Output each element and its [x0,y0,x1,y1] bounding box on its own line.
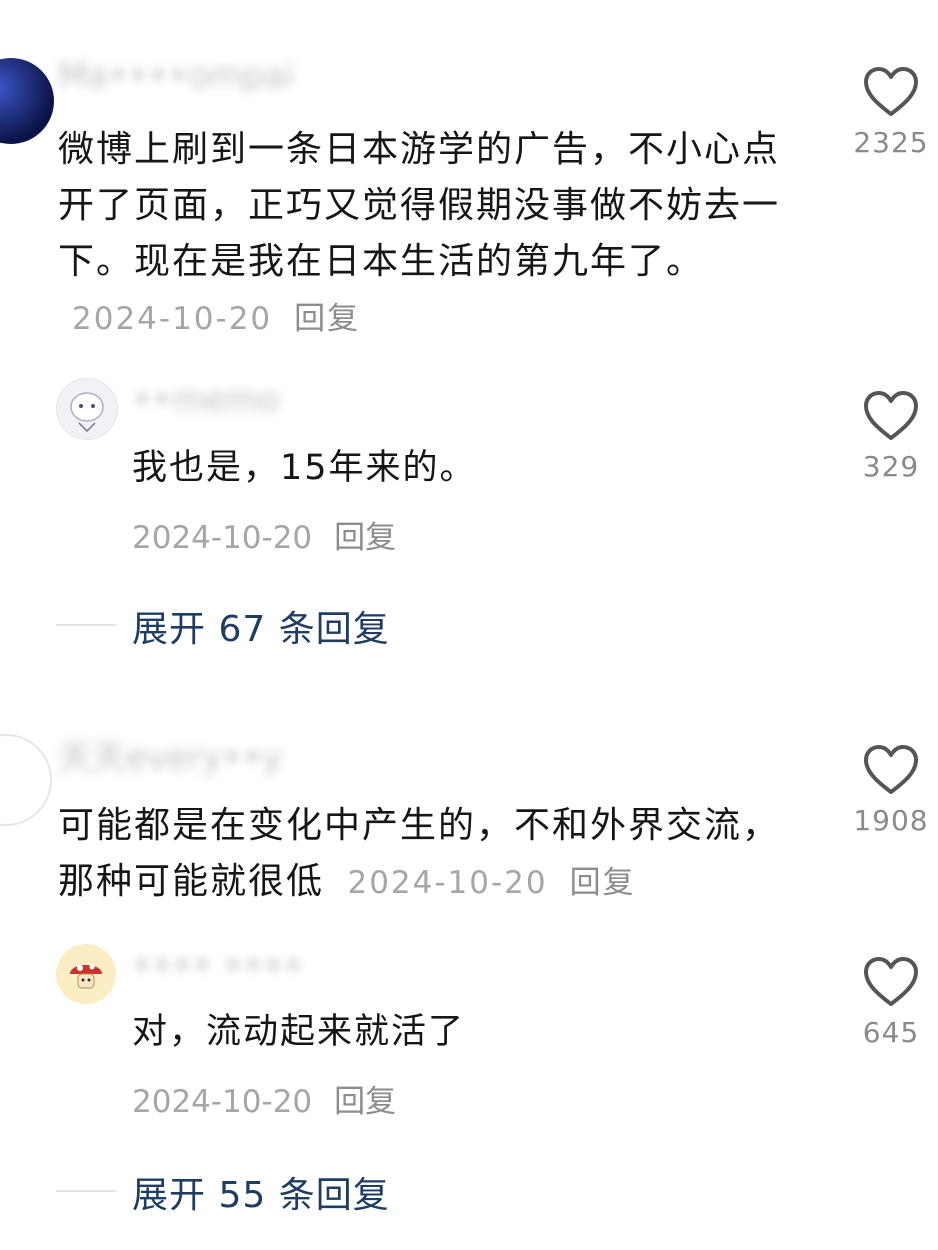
reply-meta: 2024-10-20 回复 [132,1076,396,1121]
reply-text: 对，流动起来就活了 [132,1012,466,1052]
reply-username[interactable]: ••memo [132,380,280,420]
mushroom-avatar-illustration [70,964,102,989]
reply-button[interactable]: 回复 [334,520,396,556]
reply-button[interactable]: 回复 [334,1084,396,1120]
comment-text: 可能都是在变化中产生的，不和外界交流，那种可能就很低 2024-10-20 回复 [58,798,808,911]
reply-avatar[interactable] [56,378,118,440]
reply-button[interactable]: 回复 [570,865,636,901]
comment-meta: 2024-10-20 回复 [72,301,360,337]
like-count: 2325 [853,126,929,159]
comment-username[interactable]: Ma••••ompai [58,56,294,96]
like-count: 645 [862,1016,920,1049]
comment-username[interactable]: 天天every••y [58,730,282,779]
reply-meta: 2024-10-20 回复 [132,512,396,557]
reply-date: 2024-10-20 [132,520,313,556]
reply-username[interactable]: •••• •••• [132,946,303,986]
avatar-illustration [70,392,104,433]
like-count: 329 [862,450,920,483]
like-count: 1908 [853,804,929,837]
comment-date: 2024-10-20 [72,301,273,337]
comment-text: 微博上刷到一条日本游学的广告，不小心点开了页面，正巧又觉得假期没事做不妨去一下。… [58,122,808,347]
heart-outline-icon [864,957,918,1006]
expand-divider [56,1190,116,1192]
reply-avatar[interactable] [56,944,116,1004]
like-button[interactable]: 1908 [851,744,931,837]
reply-text: 我也是，15年来的。 [132,448,477,488]
user-avatar[interactable] [0,734,52,826]
reply-like-button[interactable]: 329 [851,390,931,483]
comment-body: 微博上刷到一条日本游学的广告，不小心点开了页面，正巧又觉得假期没事做不妨去一下。… [58,129,781,282]
expand-replies-button[interactable]: 展开 55 条回复 [132,1166,390,1218]
user-avatar[interactable] [0,58,54,144]
reply-button[interactable]: 回复 [294,301,360,337]
like-button[interactable]: 2325 [851,66,931,159]
comment-meta: 2024-10-20 回复 [347,865,635,901]
reply-date: 2024-10-20 [132,1084,313,1120]
heart-outline-icon [864,67,918,116]
reply-like-button[interactable]: 645 [851,956,931,1049]
heart-outline-icon [864,745,918,794]
expand-replies-button[interactable]: 展开 67 条回复 [132,600,390,652]
expand-divider [56,624,116,626]
heart-outline-icon [864,391,918,440]
comment-date: 2024-10-20 [347,865,548,901]
